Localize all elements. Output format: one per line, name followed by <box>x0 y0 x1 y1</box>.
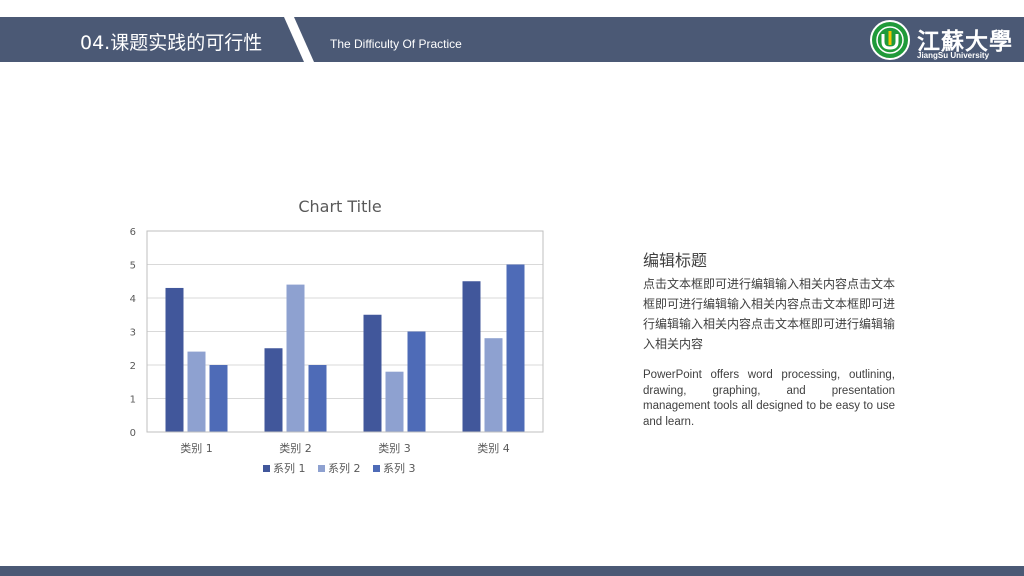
legend-label: 系列 3 <box>383 461 416 475</box>
bar-3-1 <box>209 365 228 432</box>
bar-1-4 <box>462 281 481 432</box>
bar-1-1 <box>165 287 184 432</box>
text-body-cn: 点击文本框即可进行编辑输入相关内容点击文本框即可进行编辑输入相关内容点击文本框即… <box>643 277 896 351</box>
section-title: 04.课题实践的可行性 <box>80 32 263 54</box>
y-tick-label: 3 <box>130 328 136 339</box>
bar-3-2 <box>308 365 327 432</box>
bar-3-3 <box>407 331 426 432</box>
chart-legend: 系列 1 系列 2 系列 3 <box>263 461 416 475</box>
text-heading: 编辑标题 <box>643 251 708 270</box>
y-tick-label: 2 <box>130 361 136 372</box>
bar-2-2 <box>286 284 305 432</box>
footer-bar <box>0 566 1024 576</box>
bar-2-4 <box>484 338 503 432</box>
y-tick-label: 5 <box>130 261 136 272</box>
university-logo-icon <box>870 20 910 60</box>
x-tick-label: 类别 3 <box>378 441 411 455</box>
bar-chart: Chart Title 0 1 2 3 4 5 6 类别 1 类别 2 类别 3 类别 4 系列 1… <box>130 197 544 475</box>
x-tick-label: 类别 2 <box>279 441 312 455</box>
legend-swatch <box>263 465 270 472</box>
legend-swatch <box>373 465 380 472</box>
bar-3-4 <box>506 264 525 432</box>
y-tick-label: 1 <box>130 395 136 406</box>
bar-1-3 <box>363 314 382 432</box>
logo-emblem-icon <box>876 26 904 54</box>
section-subtitle: The Difficulty Of Practice <box>330 37 462 51</box>
bar-1-2 <box>264 348 283 432</box>
chart-gridlines <box>147 230 543 433</box>
bar-2-1 <box>187 351 206 432</box>
y-tick-label: 0 <box>130 428 136 439</box>
chart-title: Chart Title <box>298 197 381 216</box>
x-tick-label: 类别 4 <box>477 441 510 455</box>
y-tick-label: 6 <box>130 227 136 238</box>
legend-label: 系列 1 <box>273 461 306 475</box>
y-tick-label: 4 <box>130 294 136 305</box>
university-name-en: JiangSu University <box>917 51 990 60</box>
bar-2-3 <box>385 371 404 432</box>
text-body-en: PowerPoint offers word processing, outli… <box>643 369 895 428</box>
header-separator <box>284 17 314 62</box>
legend-swatch <box>318 465 325 472</box>
x-tick-label: 类别 1 <box>180 441 213 455</box>
chart-bars <box>165 264 525 432</box>
legend-label: 系列 2 <box>328 461 361 475</box>
